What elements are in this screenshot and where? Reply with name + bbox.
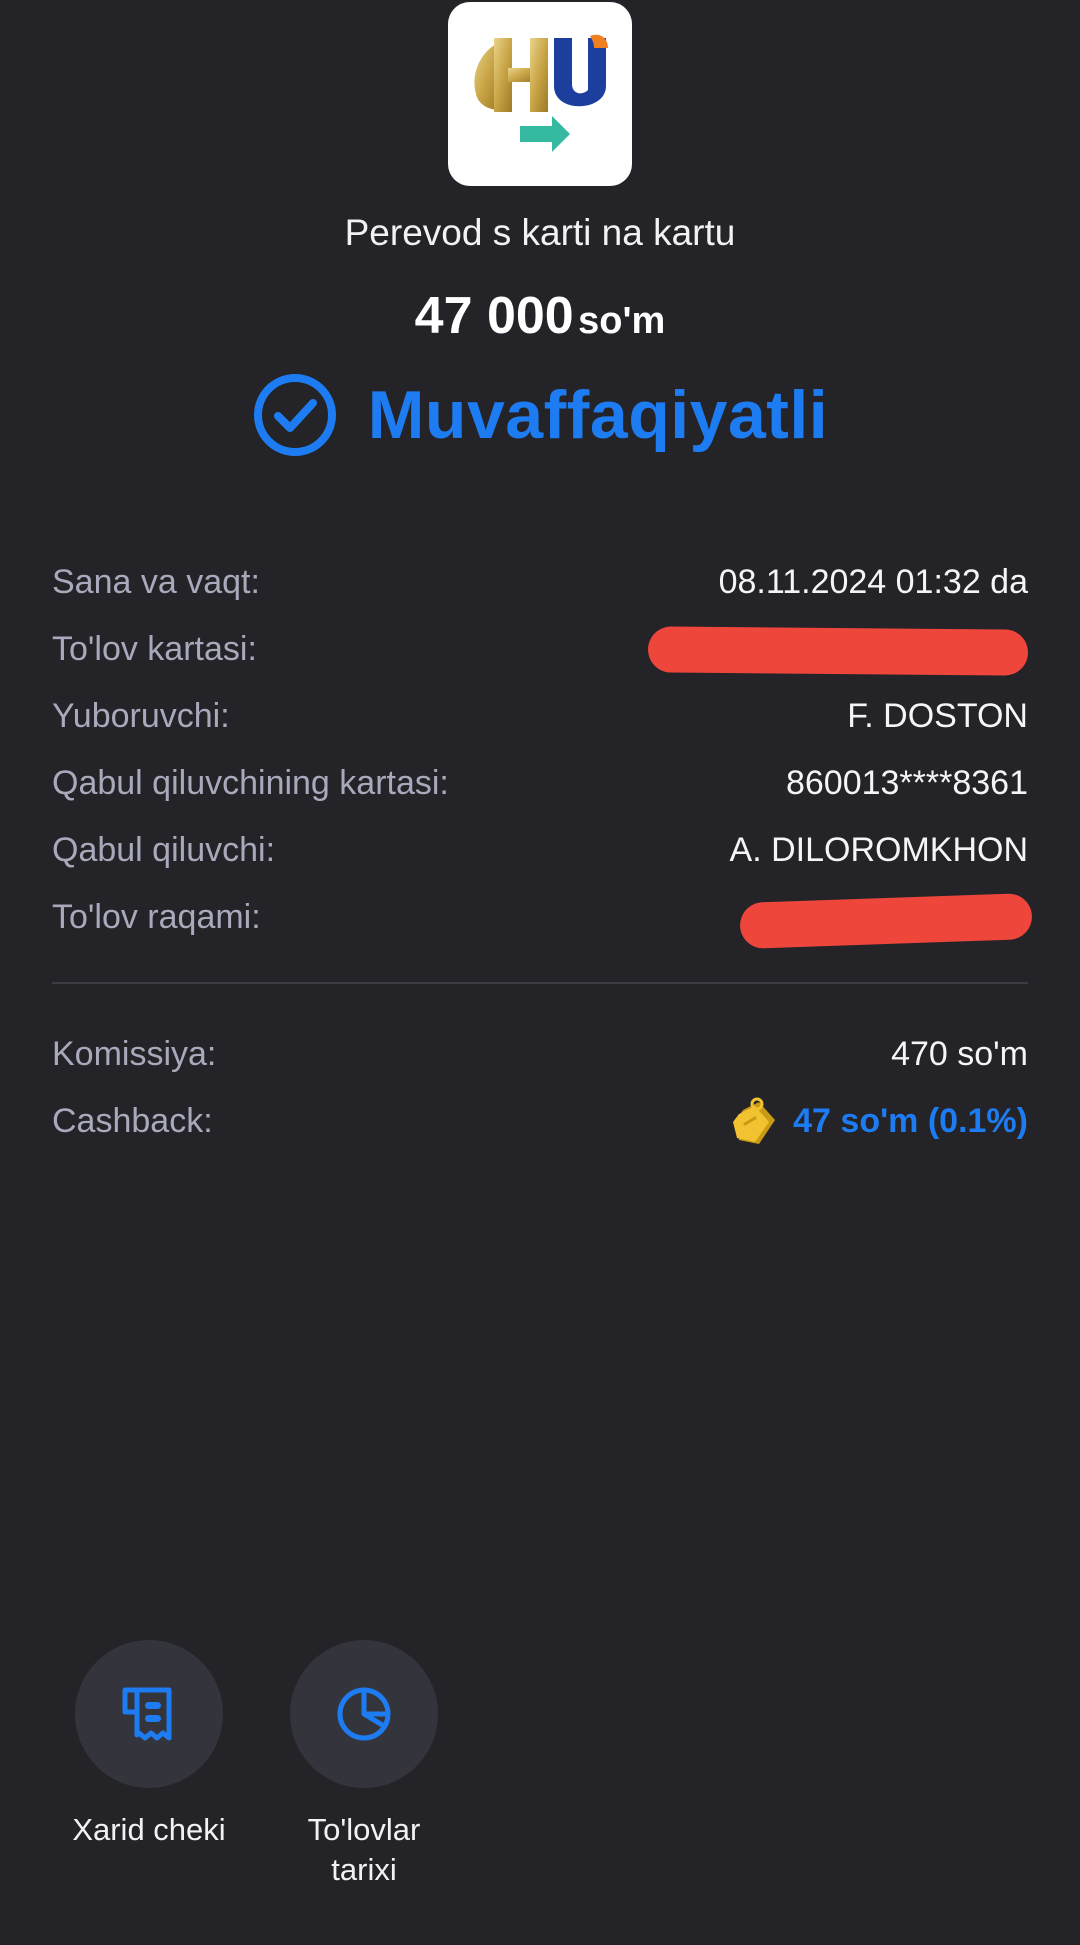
detail-value: 08.11.2024 01:32 da: [718, 563, 1028, 601]
detail-row-recipient: Qabul qiluvchi: A. DILOROMKHON: [52, 817, 1028, 884]
amount-currency: so'm: [578, 300, 666, 342]
pie-chart-icon: [337, 1687, 391, 1741]
cashback-value: 47 so'm (0.1%): [793, 1102, 1028, 1140]
detail-row-payment-number: To'lov raqami:: [52, 884, 1033, 951]
detail-label: To'lov kartasi:: [52, 630, 257, 668]
status-banner: Muvaffaqiyatli: [0, 372, 1080, 458]
transaction-details: Sana va vaqt: 08.11.2024 01:32 da To'lov…: [52, 549, 1033, 951]
redaction-mark: [647, 626, 1029, 676]
receipt-icon: [122, 1687, 172, 1741]
section-divider: [52, 982, 1028, 984]
payment-history-button[interactable]: To'lovlar tarixi: [254, 1640, 474, 1890]
check-circle-icon: [252, 372, 338, 458]
payment-history-button-label: To'lovlar tarixi: [307, 1812, 421, 1887]
detail-row-commission: Komissiya: 470 so'm: [52, 1021, 1028, 1088]
detail-label: To'lov raqami:: [52, 898, 261, 936]
detail-row-recipient-card: Qabul qiluvchining kartasi: 860013****83…: [52, 750, 1028, 817]
fee-details: Komissiya: 470 so'm Cashback: 47 so'm (0…: [52, 1021, 1028, 1155]
humo-uzcard-logo-icon: [474, 34, 608, 152]
detail-label: Qabul qiluvchi:: [52, 831, 276, 869]
payment-history-button-circle[interactable]: [290, 1640, 438, 1788]
detail-value: F. DOSTON: [847, 697, 1028, 735]
detail-label: Qabul qiluvchining kartasi:: [52, 764, 449, 802]
transaction-type-title: Perevod s karti na kartu: [344, 212, 736, 253]
receipt-button[interactable]: Xarid cheki: [39, 1640, 259, 1850]
redaction-mark: [739, 892, 1033, 950]
receipt-button-circle[interactable]: [75, 1640, 223, 1788]
detail-label: Sana va vaqt:: [52, 563, 260, 601]
receipt-button-label: Xarid cheki: [72, 1812, 226, 1847]
detail-value: 860013****8361: [785, 764, 1028, 802]
detail-row-datetime: Sana va vaqt: 08.11.2024 01:32 da: [52, 549, 1028, 616]
service-logo: [448, 2, 632, 186]
transaction-amount: 47 000 so'm: [0, 286, 1080, 346]
detail-row-cashback: Cashback: 47 so'm (0.1%): [52, 1088, 1028, 1155]
amount-value: 47 000: [414, 287, 574, 345]
commission-label: Komissiya:: [52, 1035, 217, 1073]
detail-row-sender: Yuboruvchi: F. DOSTON: [52, 683, 1028, 750]
status-text: Muvaffaqiyatli: [367, 377, 829, 453]
detail-label: Yuboruvchi:: [52, 697, 230, 735]
cashback-value-group: 47 so'm (0.1%): [729, 1094, 1028, 1150]
cashback-label: Cashback:: [52, 1102, 213, 1140]
detail-value: A. DILOROMKHON: [729, 831, 1028, 869]
commission-value: 470 so'm: [891, 1035, 1028, 1073]
coin-tag-icon: [729, 1094, 779, 1150]
detail-row-payment-card: To'lov kartasi:: [52, 616, 1029, 683]
